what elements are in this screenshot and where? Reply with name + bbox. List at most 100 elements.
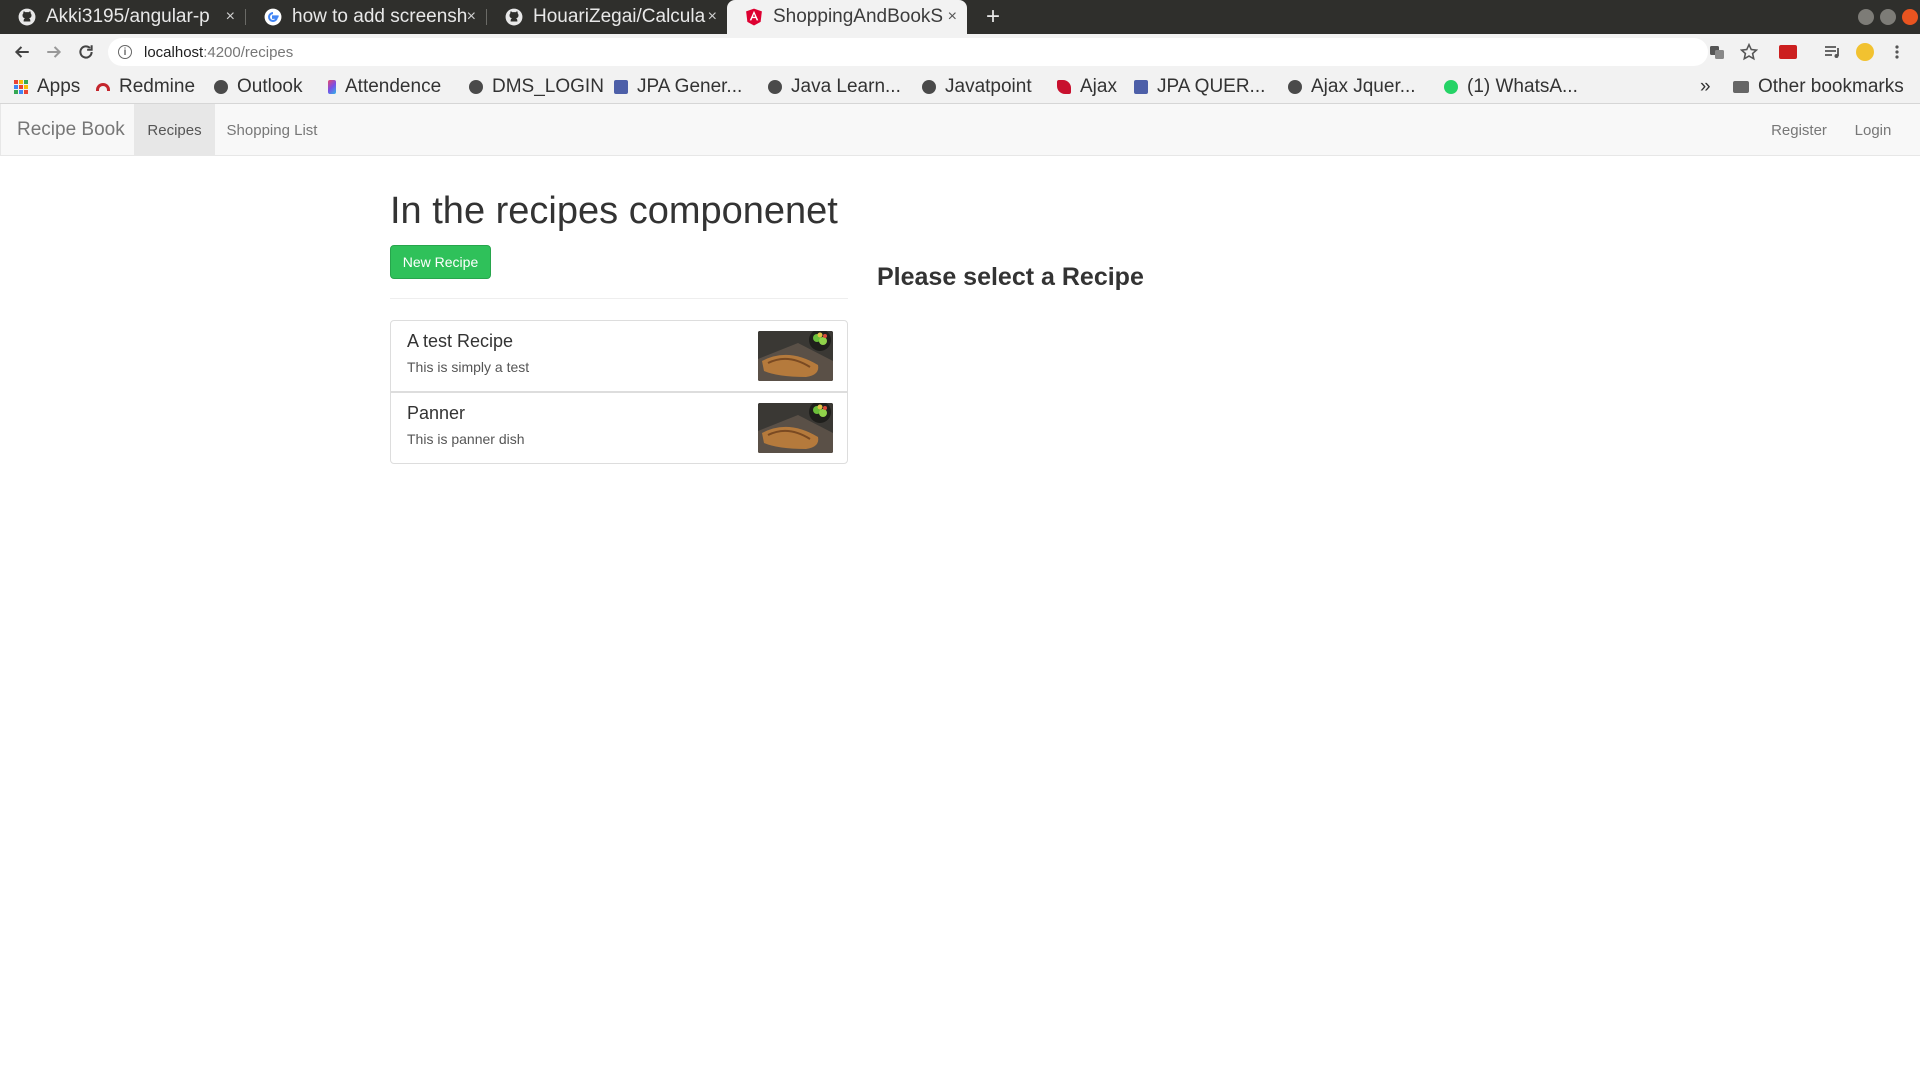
- url-host: localhost: [144, 43, 204, 61]
- translate-icon[interactable]: [1703, 34, 1731, 70]
- recipe-list-item[interactable]: A test Recipe This is simply a test: [390, 320, 848, 392]
- browser-toolbar: i localhost:4200/recipes: [0, 34, 1920, 70]
- profile-avatar[interactable]: [1851, 34, 1879, 70]
- divider: [390, 298, 848, 299]
- browser-tab-3[interactable]: HouariZegai/Calcula ×: [487, 0, 727, 34]
- tab-close-icon[interactable]: ×: [226, 0, 235, 34]
- globe-icon: [469, 80, 483, 94]
- url-path: :4200/recipes: [203, 43, 294, 61]
- bookmark-dms-login[interactable]: DMS_LOGIN: [469, 70, 604, 104]
- back-button[interactable]: [7, 34, 37, 70]
- google-icon: [264, 8, 282, 26]
- globe-icon: [768, 80, 782, 94]
- recipe-thumbnail: [758, 403, 833, 453]
- ajax-icon: [1057, 80, 1071, 94]
- bookmark-attendence[interactable]: Attendence: [328, 70, 441, 104]
- recipe-thumbnail: [758, 331, 833, 381]
- page-title: In the recipes componenet: [390, 190, 838, 232]
- bookmark-label: Attendence: [345, 76, 442, 97]
- globe-icon: [1288, 80, 1302, 94]
- bookmark-apps[interactable]: Apps: [14, 70, 80, 104]
- bookmark-label: (1) WhatsA...: [1467, 76, 1578, 97]
- tab-close-icon[interactable]: ×: [467, 0, 476, 34]
- window-maximize-button[interactable]: [1880, 9, 1896, 25]
- apps-grid-icon: [14, 80, 28, 94]
- nav-link-shopping-list[interactable]: Shopping List: [215, 104, 329, 156]
- nav-link-register[interactable]: Register: [1759, 104, 1839, 156]
- bookmark-ajax-jquery[interactable]: Ajax Jquer...: [1288, 70, 1416, 104]
- star-outline-icon: [1740, 43, 1758, 61]
- recipe-description: This is simply a test: [407, 359, 530, 375]
- recipe-description: This is panner dish: [407, 431, 525, 447]
- redmine-icon: [96, 83, 110, 91]
- folder-icon: [1733, 81, 1749, 93]
- extension-red-icon[interactable]: [1774, 34, 1802, 70]
- site-info-icon[interactable]: i: [118, 45, 132, 59]
- tab-title: ShoppingAndBookS: [773, 6, 944, 27]
- recipe-image-icon: [758, 403, 833, 453]
- github-icon: [18, 8, 36, 26]
- window-minimize-button[interactable]: [1858, 9, 1874, 25]
- doc-icon: [1134, 80, 1148, 94]
- tab-title: how to add screensh: [292, 6, 467, 27]
- bookmark-label: JPA QUER...: [1157, 76, 1266, 97]
- github-icon: [505, 8, 523, 26]
- bookmark-label: Apps: [37, 76, 81, 97]
- other-bookmarks-label: Other bookmarks: [1758, 76, 1904, 97]
- bookmark-outlook[interactable]: Outlook: [214, 70, 302, 104]
- window-close-button[interactable]: [1902, 9, 1918, 25]
- bookmark-javatpoint[interactable]: Javatpoint: [922, 70, 1032, 104]
- bookmark-label: DMS_LOGIN: [492, 76, 604, 97]
- bookmarks-overflow-button[interactable]: »: [1700, 70, 1711, 104]
- bookmark-jpa-generator[interactable]: JPA Gener...: [614, 70, 742, 104]
- playlist-glyph-icon: [1825, 46, 1839, 58]
- globe-icon: [922, 80, 936, 94]
- tab-title: HouariZegai/Calcula: [533, 6, 706, 27]
- new-tab-button[interactable]: +: [978, 0, 1008, 34]
- globe-icon: [214, 80, 228, 94]
- whatsapp-icon: [1444, 80, 1458, 94]
- media-playlist-icon[interactable]: [1819, 34, 1847, 70]
- nav-link-recipes[interactable]: Recipes: [134, 104, 215, 156]
- bookmark-label: Ajax: [1080, 76, 1117, 97]
- recipe-list: A test Recipe This is simply a test Pann…: [390, 320, 848, 464]
- bookmark-redmine[interactable]: Redmine: [96, 70, 195, 104]
- recipe-name: Panner: [407, 403, 466, 423]
- bookmark-label: JPA Gener...: [637, 76, 743, 97]
- recipe-list-item[interactable]: Panner This is panner dish: [390, 392, 848, 464]
- bookmark-label: Outlook: [237, 76, 303, 97]
- bookmark-label: Redmine: [119, 76, 196, 97]
- navbar-brand[interactable]: Recipe Book: [17, 104, 125, 156]
- bookmark-label: Javatpoint: [945, 76, 1032, 97]
- browser-tab-1[interactable]: Akki3195/angular-p ×: [0, 0, 245, 34]
- reload-button[interactable]: [71, 34, 101, 70]
- tab-title: Akki3195/angular-p: [46, 6, 210, 27]
- forward-button[interactable]: [39, 34, 69, 70]
- kebab-menu-icon: [1895, 45, 1899, 59]
- bookmark-jpa-query[interactable]: JPA QUER...: [1134, 70, 1265, 104]
- other-bookmarks-folder[interactable]: Other bookmarks: [1733, 70, 1904, 104]
- bookmark-ajax[interactable]: Ajax: [1057, 70, 1117, 104]
- browser-tab-2[interactable]: how to add screensh ×: [246, 0, 486, 34]
- browser-menu-icon[interactable]: [1883, 34, 1911, 70]
- translate-glyph-icon: [1710, 46, 1724, 59]
- recipe-image-icon: [758, 331, 833, 381]
- bookmark-label: Ajax Jquer...: [1311, 76, 1416, 97]
- address-bar[interactable]: i localhost:4200/recipes: [108, 38, 1708, 66]
- bookmark-label: Java Learn...: [791, 76, 901, 97]
- browser-tab-4-active[interactable]: ShoppingAndBookS ×: [727, 0, 967, 34]
- bookmark-star-icon[interactable]: [1735, 34, 1763, 70]
- bookmarks-bar: Apps Redmine Outlook Attendence DMS_LOGI…: [0, 70, 1920, 104]
- browser-tab-strip: Akki3195/angular-p × how to add screensh…: [0, 0, 1920, 34]
- forward-arrow-icon: [47, 46, 62, 58]
- bookmark-java-learn[interactable]: Java Learn...: [768, 70, 901, 104]
- new-recipe-button[interactable]: New Recipe: [390, 245, 491, 279]
- back-arrow-icon: [14, 46, 29, 58]
- tab-close-icon[interactable]: ×: [948, 0, 957, 34]
- nav-link-login[interactable]: Login: [1839, 104, 1907, 156]
- app-navbar: Recipe Book Recipes Shopping List Regist…: [0, 104, 1920, 156]
- bookmark-whatsapp[interactable]: (1) WhatsA...: [1444, 70, 1578, 104]
- angular-icon: [746, 8, 762, 26]
- tab-close-icon[interactable]: ×: [708, 0, 717, 34]
- reload-icon: [79, 45, 93, 59]
